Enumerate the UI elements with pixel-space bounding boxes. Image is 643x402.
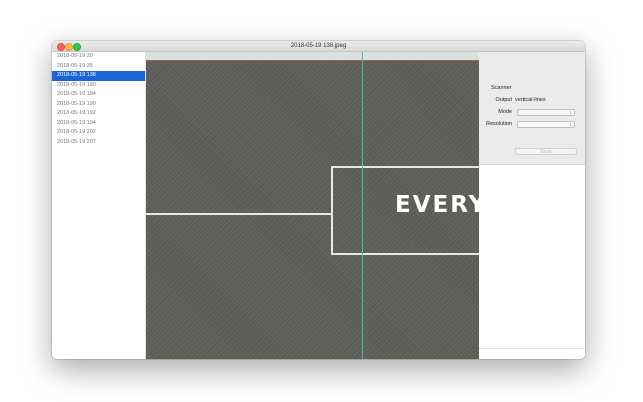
app-window: 2018-05-19 138.jpeg 2018-05-19 30 2018-0… [52,41,585,359]
panel-divider [479,348,585,349]
image-top-strip [146,52,479,60]
file-list-item[interactable]: 2018-05-19 35 [52,62,145,72]
panel-empty-area [479,165,585,359]
mode-select[interactable]: ↕ [517,109,575,116]
scan-button[interactable]: Scan [515,148,577,155]
file-list-item[interactable]: 2018-05-19 192 [52,109,145,119]
chevron-updown-icon: ↕ [569,110,573,116]
chevron-updown-icon: ↕ [569,122,573,128]
mode-label: Mode [498,109,512,115]
file-list-item[interactable]: 2018-05-19 180 [52,81,145,91]
file-list-item[interactable]: 2018-05-19 184 [52,90,145,100]
file-list-item[interactable]: 2018-05-19 194 [52,119,145,129]
scanner-line [362,52,363,359]
file-list-item[interactable]: 2018-05-19 30 [52,52,145,62]
image-horizontal-line [146,213,332,215]
scanner-panel: Scanner Output vertical-lines Mode ↕ Res… [479,52,585,165]
image-top-edge-line [146,60,479,61]
file-list-item-selected[interactable]: 2018-05-19 138 [52,71,145,81]
file-list-sidebar: 2018-05-19 30 2018-05-19 35 2018-05-19 1… [52,52,146,359]
title-bar[interactable]: 2018-05-19 138.jpeg [52,41,585,52]
output-value: vertical-lines [515,97,546,103]
file-list-item[interactable]: 2018-05-19 207 [52,138,145,148]
output-label: Output [495,97,512,103]
resolution-select[interactable]: ↕ [517,121,575,128]
resolution-label: Resolution [486,121,512,127]
window-title: 2018-05-19 138.jpeg [290,43,347,49]
scanner-heading: Scanner [491,85,512,91]
file-list-item[interactable]: 2018-05-19 190 [52,100,145,110]
image-overlay-text: EVERY [395,192,479,218]
image-preview[interactable]: EVERY [146,52,479,359]
file-list-item[interactable]: 2018-05-19 202 [52,128,145,138]
